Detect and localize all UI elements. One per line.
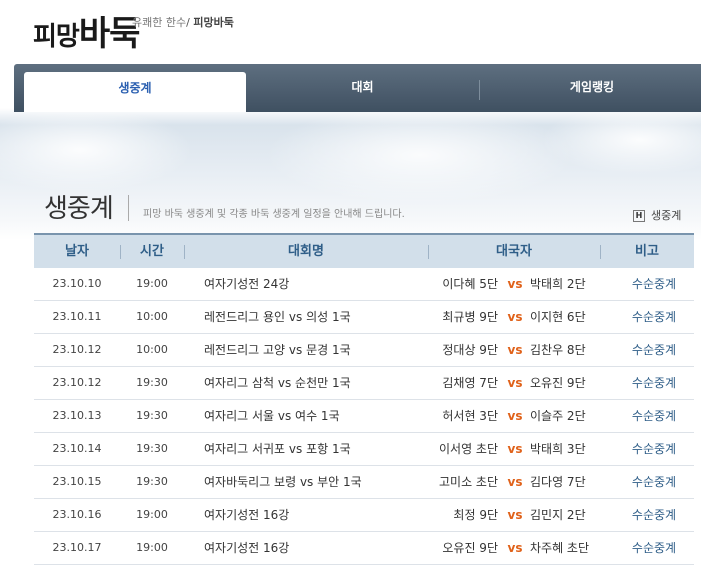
row-time: 19:00 [136, 277, 168, 290]
row-date: 23.10.10 [52, 277, 102, 290]
row-date: 23.10.16 [52, 508, 102, 521]
row-vs-label: vs [507, 475, 523, 489]
row-vs-label: vs [507, 310, 523, 324]
tab-tournament[interactable]: 대회 [246, 64, 479, 112]
row-note-link[interactable]: 수순중계 [614, 301, 694, 333]
row-time: 19:00 [136, 541, 168, 554]
table-row: 23.10.17 19:00 여자기성전 16강 오유진 9단 vs 차주혜 초단 수순중계 [34, 532, 694, 565]
tab-live[interactable]: 생중계 [24, 72, 246, 112]
slogan-brand: 피망바둑 [193, 16, 234, 29]
row-date: 23.10.14 [52, 442, 102, 455]
table-row: 23.10.10 19:00 여자기성전 24강 이다혜 5단 vs 박태희 2단 수순중계 [34, 268, 694, 301]
row-date: 23.10.12 [52, 343, 102, 356]
row-date: 23.10.13 [52, 409, 102, 422]
row-vs-label: vs [507, 409, 523, 423]
header-time: 시간 [140, 244, 164, 259]
row-time: 19:30 [136, 442, 168, 455]
breadcrumb: H 생중계 [633, 207, 681, 223]
header-players: 대국자 [496, 244, 532, 259]
schedule-table: 날자 시간 대회명 대국자 비고 23.10.10 19:00 여자기성전 24강 이… [34, 233, 694, 565]
row-event-name: 여자기성전 24강 [204, 277, 290, 291]
row-time: 19:30 [136, 376, 168, 389]
row-note-link[interactable]: 수순중계 [614, 400, 694, 432]
row-date: 23.10.15 [52, 475, 102, 488]
site-header: 피망바둑 유쾌한 한수/ 피망바둑 [0, 0, 701, 60]
page-description: 피망 바둑 생중계 및 각종 바둑 생중계 일정을 안내해 드립니다. [143, 209, 405, 220]
row-note-link[interactable]: 수순중계 [614, 499, 694, 531]
row-player-1: 최규병 9단 [442, 310, 498, 324]
table-row: 23.10.16 19:00 여자기성전 16강 최정 9단 vs 김민지 2단 수순중계 [34, 499, 694, 532]
row-event-name: 레전드리그 용인 vs 의성 1국 [204, 310, 351, 324]
table-row: 23.10.12 10:00 레전드리그 고양 vs 문경 1국 정대상 9단 vs 김찬… [34, 334, 694, 367]
row-vs-label: vs [507, 508, 523, 522]
row-note-link[interactable]: 수순중계 [614, 334, 694, 366]
row-player-1: 고미소 초단 [438, 475, 498, 489]
table-row: 23.10.12 19:30 여자리그 삼척 vs 순천만 1국 김채영 7단 vs 오유… [34, 367, 694, 400]
breadcrumb-current: 생중계 [651, 209, 682, 222]
row-vs-label: vs [507, 442, 523, 456]
row-player-1: 오유진 9단 [442, 541, 498, 555]
header-date: 날자 [65, 244, 89, 259]
row-note-link[interactable]: 수순중계 [614, 367, 694, 399]
logo-text-2: 바둑 [78, 14, 141, 54]
main-nav: 생중계 대회 게임랭킹 [14, 64, 701, 112]
site-logo[interactable]: 피망바둑 [33, 6, 141, 55]
table-body: 23.10.10 19:00 여자기성전 24강 이다혜 5단 vs 박태희 2단 수순중계… [34, 268, 694, 565]
table-header: 날자 시간 대회명 대국자 비고 [34, 233, 694, 268]
row-note-link[interactable]: 수순중계 [614, 268, 694, 300]
row-date: 23.10.17 [52, 541, 102, 554]
row-player-1: 이다혜 5단 [442, 277, 498, 291]
title-divider [128, 195, 129, 221]
row-time: 19:00 [136, 508, 168, 521]
tab-game-ranking[interactable]: 게임랭킹 [480, 64, 701, 112]
row-event-name: 여자바둑리그 보령 vs 부안 1국 [204, 475, 362, 489]
row-time: 19:30 [136, 409, 168, 422]
table-row: 23.10.14 19:30 여자리그 서귀포 vs 포항 1국 이서영 초단 vs 박태… [34, 433, 694, 466]
table-row: 23.10.11 10:00 레전드리그 용인 vs 의성 1국 최규병 9단 vs 이지… [34, 301, 694, 334]
page-title: 생중계 [44, 194, 114, 224]
row-event-name: 여자기성전 16강 [204, 508, 290, 522]
row-date: 23.10.11 [52, 310, 102, 323]
row-date: 23.10.12 [52, 376, 102, 389]
row-note-link[interactable]: 수순중계 [614, 466, 694, 498]
header-event: 대회명 [288, 244, 324, 259]
row-event-name: 여자기성전 16강 [204, 541, 290, 555]
slogan-separator: / [186, 16, 190, 29]
row-player-1: 이서영 초단 [438, 442, 498, 456]
header-note: 비고 [635, 244, 659, 259]
row-event-name: 여자리그 서귀포 vs 포항 1국 [204, 442, 351, 456]
table-row: 23.10.13 19:30 여자리그 서울 vs 여수 1국 허서현 3단 vs 이슬주… [34, 400, 694, 433]
row-note-link[interactable]: 수순중계 [614, 532, 694, 564]
row-time: 19:30 [136, 475, 168, 488]
home-icon[interactable]: H [633, 210, 645, 222]
row-time: 10:00 [136, 310, 168, 323]
row-time: 10:00 [136, 343, 168, 356]
table-row: 23.10.15 19:30 여자바둑리그 보령 vs 부안 1국 고미소 초단 vs 김… [34, 466, 694, 499]
row-event-name: 레전드리그 고양 vs 문경 1국 [204, 343, 351, 357]
slogan-text: 유쾌한 한수 [132, 16, 187, 29]
row-player-1: 정대상 9단 [442, 343, 498, 357]
row-vs-label: vs [507, 541, 523, 555]
row-event-name: 여자리그 삼척 vs 순천만 1국 [204, 376, 351, 390]
row-vs-label: vs [507, 343, 523, 357]
row-player-1: 최정 9단 [453, 508, 498, 522]
slogan: 유쾌한 한수/ 피망바둑 [132, 14, 234, 30]
row-player-1: 허서현 3단 [442, 409, 498, 423]
logo-text-1: 피망 [33, 22, 80, 52]
row-event-name: 여자리그 서울 vs 여수 1국 [204, 409, 340, 423]
row-vs-label: vs [507, 277, 523, 291]
row-vs-label: vs [507, 376, 523, 390]
row-player-1: 김채영 7단 [442, 376, 498, 390]
row-note-link[interactable]: 수순중계 [614, 433, 694, 465]
